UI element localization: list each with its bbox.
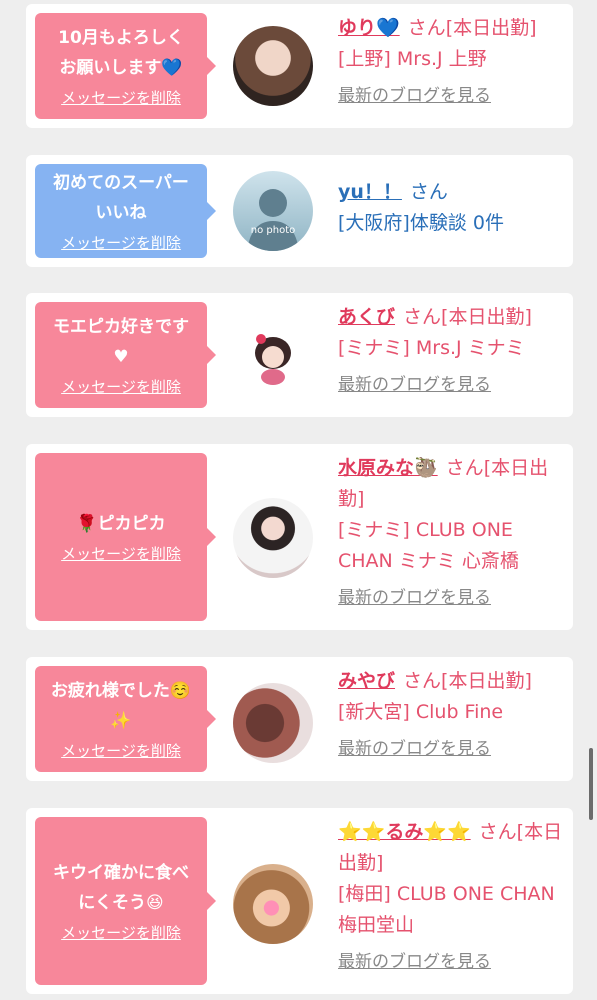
message-bubble: 🌹ピカピカ メッセージを削除 [35,453,216,621]
message-bubble: お疲れ様でした☺️ ✨ メッセージを削除 [35,666,216,772]
shop-name: [上野] Mrs.J 上野 [338,48,487,70]
shop-name: [ミナミ] CLUB ONE CHAN ミナミ 心斎橋 [338,519,519,572]
profile-info: yu！！ さん [大阪府]体験談 0件 [338,177,566,239]
message-text: キウイ確かに食べ にくそう😆 [53,863,189,913]
review-count: [大阪府]体験談 0件 [338,212,504,234]
user-name-link[interactable]: yu！！ [338,181,402,203]
girl-name-link[interactable]: あくび [338,306,395,328]
message-bubble: モエピカ好きです ♥ メッセージを削除 [35,302,216,408]
delete-message-link[interactable]: メッセージを削除 [61,376,181,398]
shop-name: [梅田] CLUB ONE CHAN 梅田堂山 [338,883,555,936]
blog-link[interactable]: 最新のブログを見る [338,947,566,978]
no-photo-silhouette-icon [247,189,299,251]
honorific: さん [445,457,484,479]
no-photo-label: no photo [250,225,296,236]
delete-message-link[interactable]: メッセージを削除 [61,740,181,762]
avatar[interactable] [233,683,313,763]
message-text: モエピカ好きです ♥ [53,317,189,367]
shop-name: [ミナミ] Mrs.J ミナミ [338,337,525,359]
message-bubble: キウイ確かに食べ にくそう😆 メッセージを削除 [35,817,216,985]
message-card: モエピカ好きです ♥ メッセージを削除 あくび さん[本日出勤] [ミナミ] Mr… [26,293,573,417]
avatar[interactable] [233,26,313,106]
profile-info: あくび さん[本日出勤] [ミナミ] Mrs.J ミナミ 最新のブログを見る [338,302,566,401]
delete-message-link[interactable]: メッセージを削除 [61,87,181,109]
delete-message-link[interactable]: メッセージを削除 [61,543,181,565]
profile-info: ⭐⭐るみ⭐⭐ さん[本日出勤] [梅田] CLUB ONE CHAN 梅田堂山 最… [338,817,566,978]
shop-name: [新大宮] Club Fine [338,701,504,723]
delete-message-link[interactable]: メッセージを削除 [61,232,181,254]
status-badge: [本日出勤] [441,670,532,692]
message-text: お疲れ様でした☺️ ✨ [50,681,192,731]
delete-message-link[interactable]: メッセージを削除 [61,922,181,944]
honorific: さん [407,17,446,39]
profile-info: ゆり💙 さん[本日出勤] [上野] Mrs.J 上野 最新のブログを見る [338,13,566,112]
blog-link[interactable]: 最新のブログを見る [338,370,566,401]
girl-name-link[interactable]: ⭐⭐るみ⭐⭐ [338,821,471,843]
message-card: 初めてのスーパー いいね メッセージを削除 no photo yu！！ さん [大… [26,155,573,267]
honorific: さん [478,821,517,843]
blog-link[interactable]: 最新のブログを見る [338,81,566,112]
honorific: さん [403,306,442,328]
honorific: さん [409,181,448,203]
message-card: 10月もよろしく お願いします💙 メッセージを削除 ゆり💙 さん[本日出勤] [上… [26,4,573,128]
avatar[interactable]: no photo [233,171,313,251]
message-card: キウイ確かに食べ にくそう😆 メッセージを削除 ⭐⭐るみ⭐⭐ さん[本日出勤] [… [26,808,573,994]
message-bubble: 10月もよろしく お願いします💙 メッセージを削除 [35,13,216,119]
status-badge: [本日出勤] [445,17,537,39]
message-card: お疲れ様でした☺️ ✨ メッセージを削除 みやび さん[本日出勤] [新大宮] C… [26,657,573,781]
girl-name-link[interactable]: みやび [338,670,395,692]
avatar[interactable] [233,315,313,395]
honorific: さん [403,670,442,692]
profile-info: 水原みな🦥 さん[本日出勤] [ミナミ] CLUB ONE CHAN ミナミ 心斎… [338,453,566,614]
message-text: 10月もよろしく お願いします💙 [58,28,184,78]
anime-character-icon [255,334,291,385]
message-text: 初めてのスーパー いいね [53,173,189,223]
status-badge: [本日出勤] [441,306,532,328]
message-bubble: 初めてのスーパー いいね メッセージを削除 [35,164,216,258]
message-text: 🌹ピカピカ [76,514,166,534]
avatar[interactable] [233,498,313,578]
blog-link[interactable]: 最新のブログを見る [338,583,566,614]
message-card: 🌹ピカピカ メッセージを削除 水原みな🦥 さん[本日出勤] [ミナミ] CLUB … [26,444,573,630]
profile-info: みやび さん[本日出勤] [新大宮] Club Fine 最新のブログを見る [338,666,566,765]
scrollbar[interactable] [589,748,593,820]
blog-link[interactable]: 最新のブログを見る [338,734,566,765]
girl-name-link[interactable]: ゆり💙 [338,17,400,39]
girl-name-link[interactable]: 水原みな🦥 [338,457,438,479]
avatar[interactable] [233,864,313,944]
